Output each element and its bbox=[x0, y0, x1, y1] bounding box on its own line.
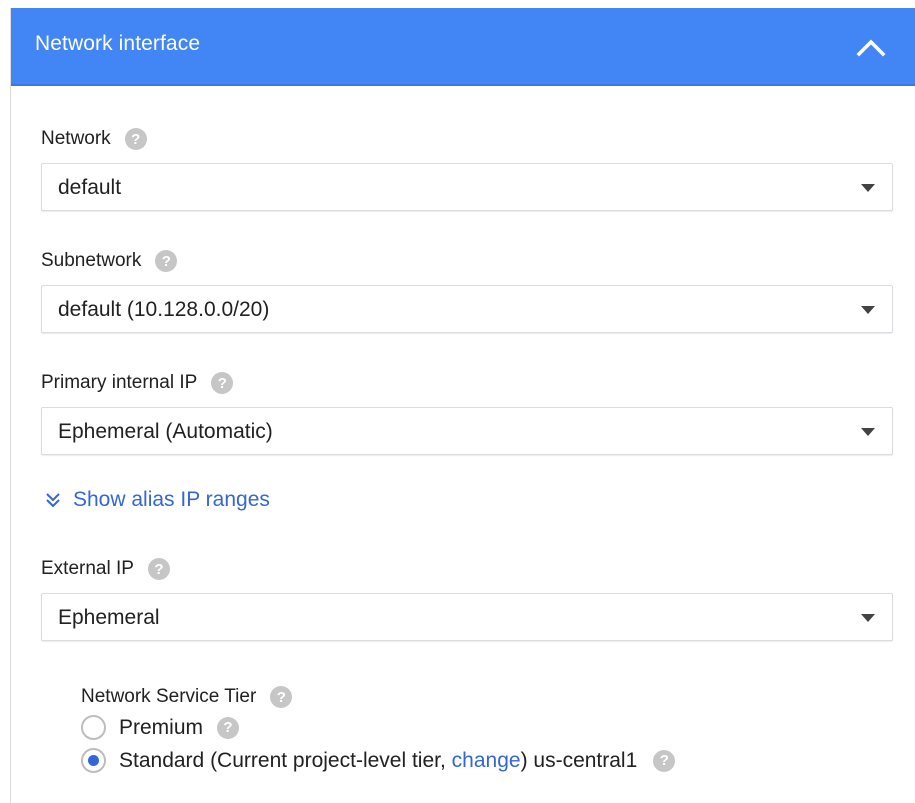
primary-internal-ip-label-text: Primary internal IP bbox=[41, 372, 198, 393]
primary-internal-ip-label: Primary internal IP ? bbox=[41, 372, 234, 394]
subnetwork-select-value: default (10.128.0.0/20) bbox=[58, 298, 270, 321]
network-service-tier-title: Network Service Tier bbox=[81, 686, 257, 707]
standard-help-icon[interactable]: ? bbox=[653, 749, 676, 772]
double-chevron-down-icon bbox=[46, 493, 60, 508]
network-label: Network ? bbox=[41, 128, 147, 150]
collapse-button[interactable] bbox=[847, 29, 895, 65]
external-ip-label: External IP ? bbox=[41, 558, 170, 580]
network-label-text: Network bbox=[41, 128, 111, 149]
premium-help-icon[interactable]: ? bbox=[217, 716, 240, 739]
subnetwork-label: Subnetwork ? bbox=[41, 250, 178, 272]
tier-option-premium[interactable]: Premium ? bbox=[81, 715, 240, 740]
show-alias-ip-ranges-link[interactable]: Show alias IP ranges bbox=[45, 488, 270, 512]
external-ip-select[interactable]: Ephemeral bbox=[41, 593, 893, 641]
show-alias-ip-ranges-label: Show alias IP ranges bbox=[73, 488, 270, 511]
network-interface-panel: Network interface Network ? default Subn… bbox=[10, 8, 915, 803]
standard-radio-label: Standard (Current project-level tier, ch… bbox=[119, 749, 637, 773]
dropdown-arrow-icon bbox=[861, 306, 875, 314]
network-service-tier-help-icon[interactable]: ? bbox=[270, 686, 293, 708]
standard-label-prefix: Standard (Current project-level tier, bbox=[119, 748, 452, 772]
network-service-tier-label: Network Service Tier ? bbox=[81, 686, 293, 708]
panel-title: Network interface bbox=[35, 32, 201, 55]
premium-radio[interactable] bbox=[81, 715, 106, 740]
external-ip-label-text: External IP bbox=[41, 558, 134, 579]
standard-radio[interactable] bbox=[81, 748, 106, 773]
standard-label-suffix: ) us-central1 bbox=[520, 748, 638, 772]
primary-internal-ip-select[interactable]: Ephemeral (Automatic) bbox=[41, 407, 893, 455]
panel-header[interactable]: Network interface bbox=[11, 8, 915, 86]
dropdown-arrow-icon bbox=[861, 428, 875, 436]
external-ip-help-icon[interactable]: ? bbox=[147, 558, 170, 580]
dropdown-arrow-icon bbox=[861, 184, 875, 192]
dropdown-arrow-icon bbox=[861, 614, 875, 622]
subnetwork-select[interactable]: default (10.128.0.0/20) bbox=[41, 285, 893, 333]
subnetwork-help-icon[interactable]: ? bbox=[155, 250, 178, 272]
premium-radio-label: Premium bbox=[119, 715, 204, 739]
change-tier-link[interactable]: change bbox=[452, 749, 521, 772]
external-ip-select-value: Ephemeral bbox=[58, 606, 160, 629]
primary-internal-ip-help-icon[interactable]: ? bbox=[211, 372, 234, 394]
chevron-up-icon bbox=[856, 39, 886, 57]
network-select-value: default bbox=[58, 176, 122, 199]
network-help-icon[interactable]: ? bbox=[124, 128, 147, 150]
network-select[interactable]: default bbox=[41, 163, 893, 211]
tier-option-standard[interactable]: Standard (Current project-level tier, ch… bbox=[81, 748, 676, 773]
primary-internal-ip-select-value: Ephemeral (Automatic) bbox=[58, 420, 273, 443]
subnetwork-label-text: Subnetwork bbox=[41, 250, 142, 271]
